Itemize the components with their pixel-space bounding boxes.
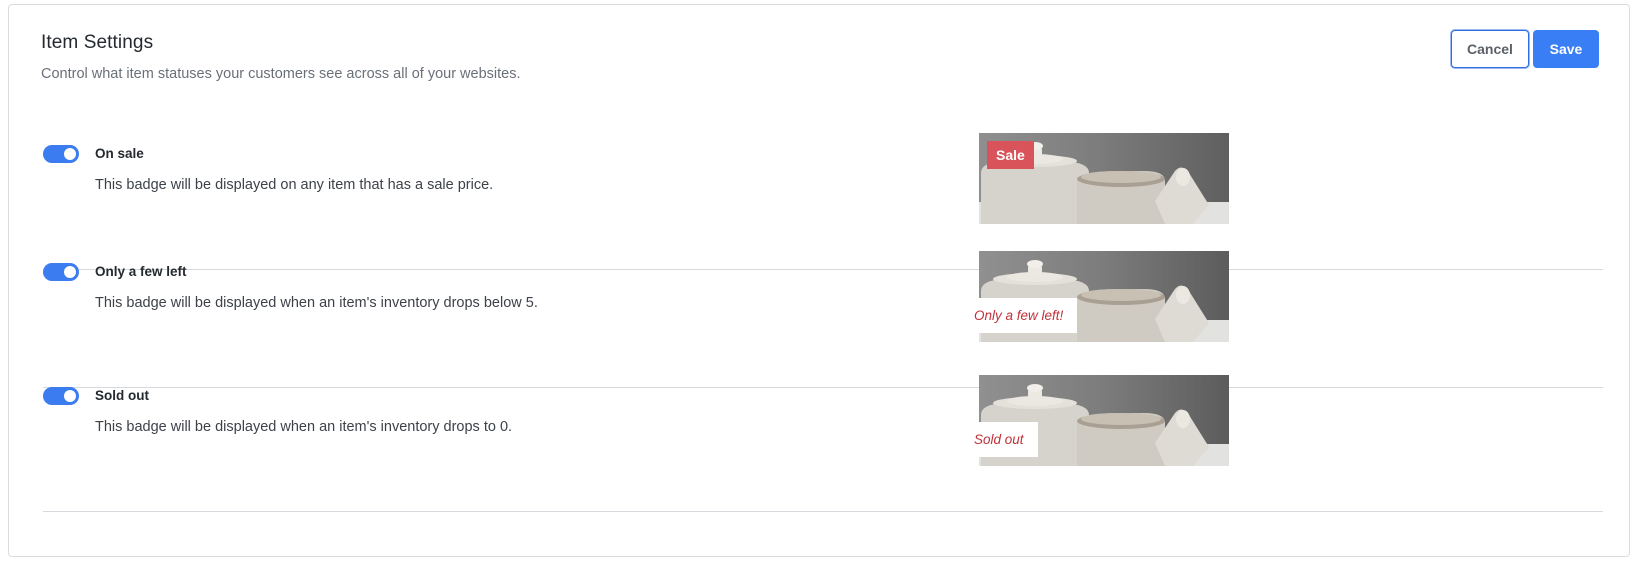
setting-description: This badge will be displayed when an ite… <box>95 419 513 435</box>
save-button[interactable]: Save <box>1533 30 1599 68</box>
cancel-button[interactable]: Cancel <box>1451 30 1529 68</box>
setting-title: Only a few left <box>95 264 187 279</box>
badge-preview-image: Only a few left! <box>974 251 1229 342</box>
setting-description: This badge will be displayed when an ite… <box>95 295 538 311</box>
sold-out-badge: Sold out <box>974 422 1038 457</box>
setting-row-few-left: Only a few left This badge will be displ… <box>43 251 1603 388</box>
setting-row-on-sale: On sale This badge will be displayed on … <box>43 133 1603 270</box>
toggle-knob <box>64 266 76 278</box>
setting-description: This badge will be displayed on any item… <box>95 177 494 193</box>
few-left-badge: Only a few left! <box>974 298 1078 333</box>
few-left-toggle[interactable] <box>43 263 79 281</box>
setting-row-sold-out: Sold out This badge will be displayed wh… <box>43 375 1603 512</box>
toggle-knob <box>64 148 76 160</box>
setting-title: On sale <box>95 146 144 161</box>
page-subtitle: Control what item statuses your customer… <box>41 66 521 82</box>
sold-out-toggle[interactable] <box>43 387 79 405</box>
setting-title: Sold out <box>95 388 149 403</box>
badge-preview-image: Sale <box>979 133 1229 224</box>
toggle-knob <box>64 390 76 402</box>
sale-badge: Sale <box>987 141 1034 169</box>
page-title: Item Settings <box>41 32 154 53</box>
on-sale-toggle[interactable] <box>43 145 79 163</box>
item-settings-card: Item Settings Control what item statuses… <box>8 4 1630 557</box>
badge-preview-image: Sold out <box>974 375 1229 466</box>
